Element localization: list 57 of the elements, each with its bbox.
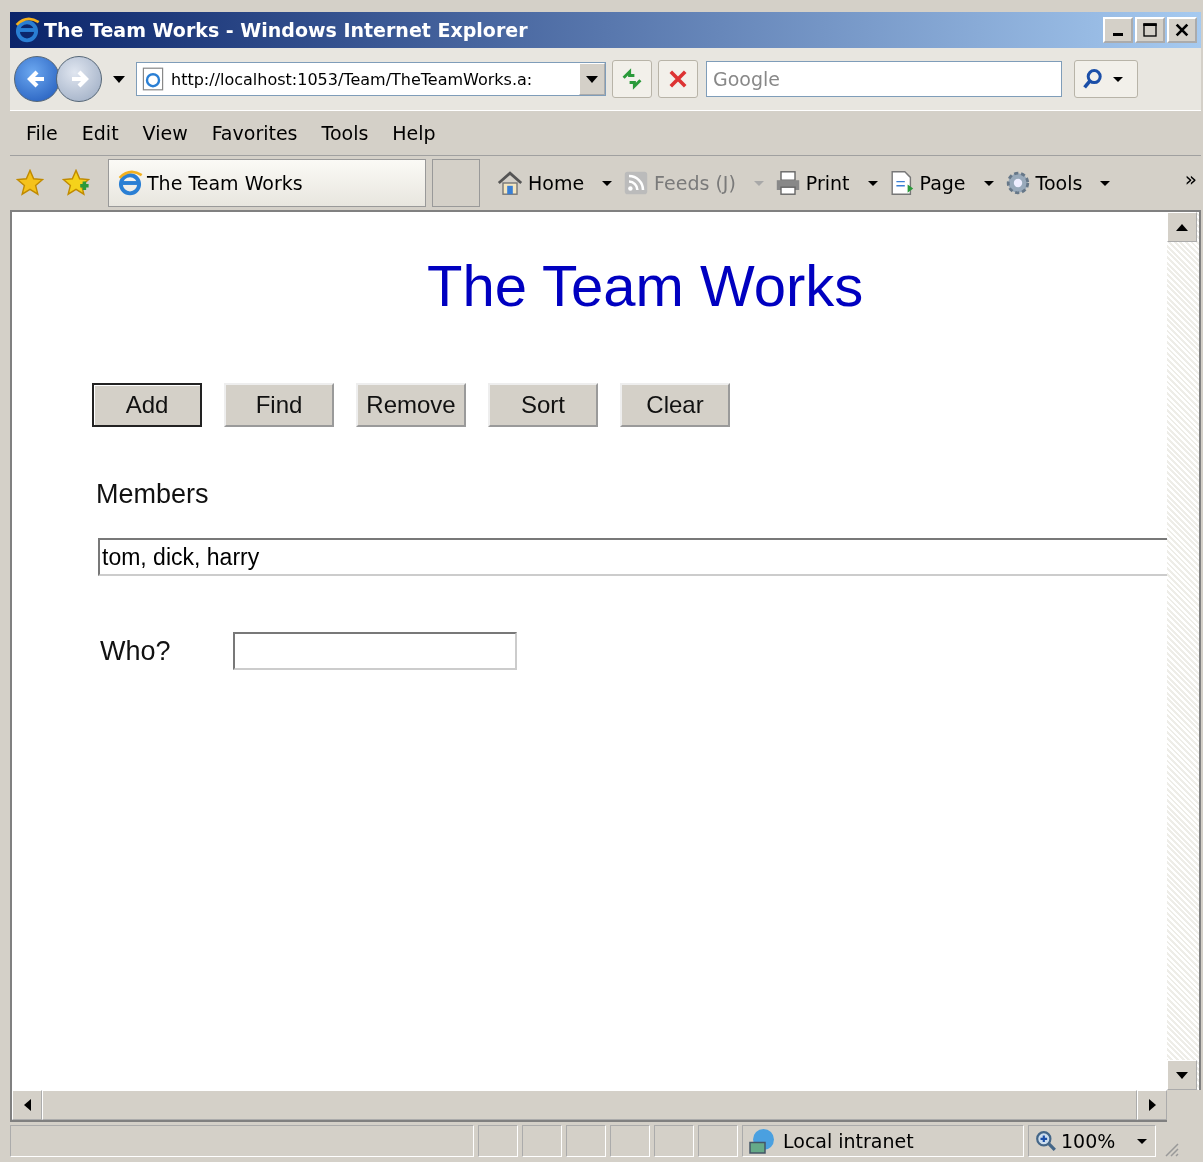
- window-title: The Team Works - Windows Internet Explorer: [44, 19, 529, 41]
- form-button[interactable]: Find: [224, 383, 334, 427]
- form-button[interactable]: Sort: [488, 383, 598, 427]
- zoom-control[interactable]: 100%: [1028, 1125, 1156, 1157]
- search-field[interactable]: Google: [706, 61, 1062, 97]
- status-pane: [698, 1125, 738, 1157]
- command-button[interactable]: Tools: [1001, 167, 1113, 199]
- who-field[interactable]: [232, 632, 517, 670]
- menu-item[interactable]: Tools: [311, 122, 383, 144]
- form-button[interactable]: Add: [92, 383, 202, 427]
- scroll-left-button[interactable]: [12, 1090, 42, 1120]
- status-pane: [610, 1125, 650, 1157]
- members-label: Members: [96, 479, 210, 510]
- browser-tab[interactable]: The Team Works: [108, 159, 426, 207]
- menu-item[interactable]: Edit: [71, 122, 133, 144]
- page-heading: The Team Works: [427, 252, 865, 319]
- refresh-button[interactable]: [612, 60, 652, 98]
- page-icon: [141, 67, 165, 91]
- browser-logo-icon: [117, 170, 143, 196]
- menu-item[interactable]: File: [16, 122, 72, 144]
- menu-item[interactable]: Help: [382, 122, 450, 144]
- forward-button[interactable]: [56, 56, 102, 102]
- magnifier-icon: [1035, 1130, 1057, 1152]
- back-button[interactable]: [14, 56, 60, 102]
- vertical-scrollbar[interactable]: [1167, 212, 1199, 1090]
- command-button[interactable]: Print: [771, 167, 880, 199]
- scroll-down-button[interactable]: [1167, 1060, 1197, 1090]
- command-button[interactable]: Page: [885, 167, 996, 199]
- minimize-button[interactable]: [1103, 17, 1133, 43]
- browser-logo-icon: [14, 17, 40, 43]
- overflow-chevron[interactable]: »: [1184, 167, 1197, 191]
- close-button[interactable]: [1167, 17, 1197, 43]
- members-field[interactable]: tom, dick, harry: [98, 538, 1167, 576]
- command-button[interactable]: Home: [494, 167, 615, 199]
- status-pane: [566, 1125, 606, 1157]
- star-icon[interactable]: [16, 169, 44, 197]
- who-label: Who?: [100, 635, 171, 667]
- menu-item[interactable]: Favorites: [201, 122, 312, 144]
- scroll-up-button[interactable]: [1167, 212, 1197, 242]
- address-field[interactable]: http://localhost:1053/Team/TheTeamWorks.a:: [136, 62, 606, 96]
- status-pane: [478, 1125, 518, 1157]
- search-icon: [1081, 67, 1105, 91]
- status-pane: [522, 1125, 562, 1157]
- add-star-icon[interactable]: [62, 169, 90, 197]
- search-button[interactable]: [1074, 60, 1138, 98]
- stop-button[interactable]: [658, 60, 698, 98]
- menu-item[interactable]: View: [132, 122, 202, 144]
- zone-text: Local intranet: [783, 1130, 914, 1152]
- maximize-icon: [1140, 22, 1160, 38]
- minimize-icon: [1113, 33, 1123, 36]
- house-icon: [496, 169, 524, 197]
- scroll-right-button[interactable]: [1137, 1090, 1167, 1120]
- form-button[interactable]: Clear: [620, 383, 730, 427]
- form-button[interactable]: Remove: [356, 383, 466, 427]
- status-pane: [654, 1125, 694, 1157]
- address-dropdown[interactable]: [579, 63, 605, 95]
- maximize-button[interactable]: [1135, 17, 1165, 43]
